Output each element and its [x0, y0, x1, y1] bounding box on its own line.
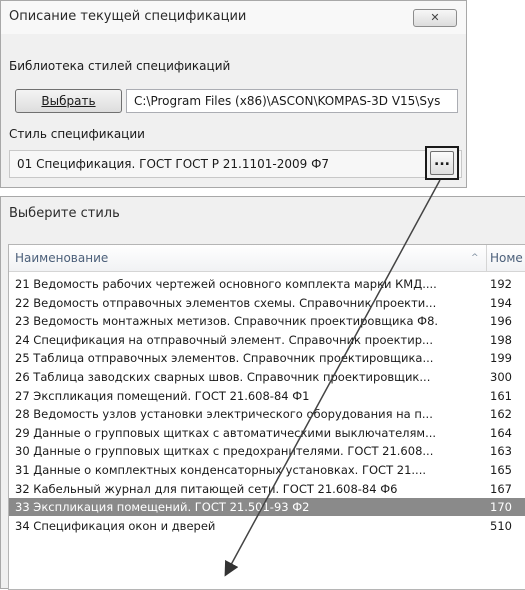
dialog-title: Описание текущей спецификации [9, 9, 247, 24]
list-item-number: 170 [490, 500, 512, 515]
list-item-number: 165 [490, 463, 512, 477]
list-item-name: 24 Спецификация на отправочный элемент. … [15, 332, 433, 347]
browse-button-highlight[interactable]: ... [425, 146, 459, 180]
dialog-title: Выберите стиль [9, 206, 120, 221]
column-header-number[interactable]: Номе [490, 245, 523, 271]
close-icon: ✕ [430, 11, 440, 24]
title-bar: Описание текущей спецификации ✕ [1, 1, 466, 34]
list-item[interactable]: 33 Экспликация помещений. ГОСТ 21.501-93… [9, 498, 525, 517]
library-label: Библиотека стилей спецификаций [9, 59, 231, 73]
sort-ascending-icon: ^ [471, 253, 479, 263]
close-button[interactable]: ✕ [413, 9, 457, 27]
list-item-name: 33 Экспликация помещений. ГОСТ 21.501-93… [15, 500, 310, 515]
list-item-name: 26 Таблица заводских сварных швов. Справ… [15, 370, 431, 384]
style-label: Стиль спецификации [9, 127, 145, 141]
list-item[interactable]: 32 Кабельный журнал для питающей сети. Г… [9, 480, 525, 498]
list-item-name: 27 Экспликация помещений. ГОСТ 21.608-84… [15, 388, 310, 403]
spec-description-dialog: Описание текущей спецификации ✕ Библиоте… [0, 0, 467, 188]
list-item[interactable]: 22 Ведомость отправочных элементов схемы… [9, 294, 525, 312]
list-item[interactable]: 24 Спецификация на отправочный элемент. … [9, 331, 525, 349]
column-header-name[interactable]: Наименование [9, 245, 487, 271]
list-item-number: 510 [490, 518, 512, 533]
library-path-field[interactable]: C:\Program Files (x86)\ASCON\KOMPAS-3D V… [126, 89, 458, 113]
list-item[interactable]: 31 Данные о комплектных конденсаторных у… [9, 461, 525, 479]
list-item-name: 30 Данные о групповых щитках с предохран… [15, 444, 434, 459]
list-item[interactable]: 34 Спецификация окон и дверей 510 [9, 517, 525, 535]
list-item-number: 162 [490, 407, 512, 422]
select-button-label: Выбрать [41, 94, 96, 108]
list-item[interactable]: 29 Данные о групповых щитках с автоматич… [9, 424, 525, 442]
list-item-name: 29 Данные о групповых щитках с автоматич… [15, 425, 437, 440]
list-item-number: 300 [490, 370, 512, 384]
list-item-number: 199 [490, 351, 512, 366]
choose-style-dialog: Выберите стиль Наименование ^ Номе 21 Ве… [0, 196, 525, 590]
list-item-name: 25 Таблица отправочных элементов. Справо… [15, 351, 434, 366]
list-item[interactable]: 23 Ведомость монтажных метизов. Справочн… [9, 312, 525, 330]
list-item-name: 21 Ведомость рабочих чертежей основного … [15, 277, 437, 291]
list-item-number: 163 [490, 444, 512, 459]
select-button[interactable]: Выбрать [15, 89, 122, 113]
list-item[interactable]: 27 Экспликация помещений. ГОСТ 21.608-84… [9, 387, 525, 405]
list-header: Наименование ^ Номе [9, 245, 525, 272]
style-list[interactable]: Наименование ^ Номе 21 Ведомость рабочих… [8, 244, 525, 590]
style-field: 01 Спецификация. ГОСТ ГОСТ Р 21.1101-200… [9, 150, 462, 178]
list-item-name: 22 Ведомость отправочных элементов схемы… [15, 295, 437, 310]
list-item-number: 194 [490, 295, 512, 310]
list-item[interactable]: 30 Данные о групповых щитках с предохран… [9, 442, 525, 460]
list-item-number: 198 [490, 332, 512, 347]
list-item-number: 167 [490, 481, 512, 496]
browse-button[interactable]: ... [430, 151, 454, 175]
list-item-name: 34 Спецификация окон и дверей [15, 518, 216, 533]
list-item-name: 31 Данные о комплектных конденсаторных у… [15, 463, 427, 477]
list-item[interactable]: 28 Ведомость узлов установки электрическ… [9, 405, 525, 423]
list-item-name: 28 Ведомость узлов установки электрическ… [15, 407, 433, 422]
list-item-name: 32 Кабельный журнал для питающей сети. Г… [15, 481, 398, 496]
list-item-number: 164 [490, 425, 512, 440]
list-item[interactable]: 26 Таблица заводских сварных швов. Справ… [9, 368, 525, 386]
list-item-number: 192 [490, 277, 512, 291]
list-item-number: 196 [490, 314, 512, 329]
list-item[interactable]: 21 Ведомость рабочих чертежей основного … [9, 275, 525, 293]
list-item-number: 161 [490, 388, 512, 403]
list-item-name: 23 Ведомость монтажных метизов. Справочн… [15, 314, 439, 329]
list-item[interactable]: 25 Таблица отправочных элементов. Справо… [9, 349, 525, 367]
